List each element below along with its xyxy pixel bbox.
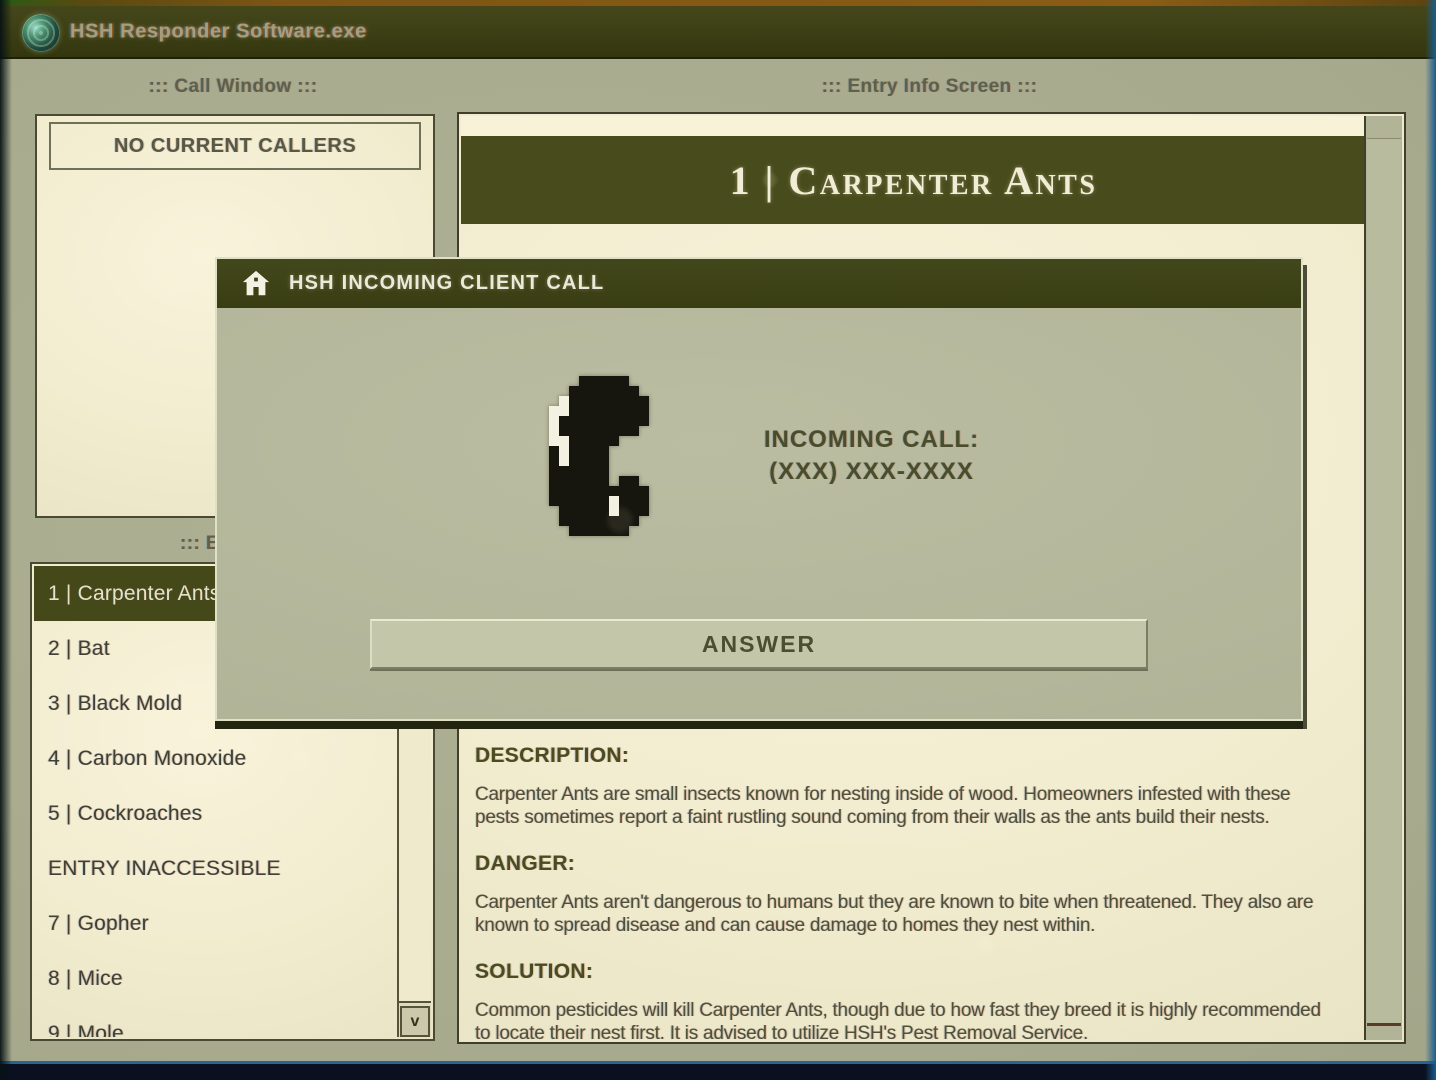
call-window-label: ::: Call Window ::: <box>35 76 431 98</box>
description-body: Carpenter Ants are small insects known f… <box>475 783 1333 829</box>
crt-screen: HSH Responder Software.exe ::: Call Wind… <box>0 0 1436 1080</box>
globe-icon <box>22 14 60 52</box>
entry-title-bar: 1 | Carpenter Ants <box>461 136 1366 224</box>
entry-title: 1 | Carpenter Ants <box>730 157 1098 204</box>
scroll-down-button[interactable]: v <box>400 1006 430 1037</box>
window-titlebar: HSH Responder Software.exe <box>0 6 1436 59</box>
crt-edge-left <box>0 0 12 1080</box>
entry-list-label: ::: E <box>180 533 219 555</box>
description-section: DESCRIPTION: Carpenter Ants are small in… <box>475 744 1333 829</box>
entry-info-label: ::: Entry Info Screen ::: <box>457 76 1402 98</box>
entry-list-item-mole[interactable]: 9 | Mole <box>34 1006 395 1037</box>
incoming-call-body: INCOMING CALL: (XXX) XXX-XXXX ANSWER <box>217 308 1301 719</box>
description-heading: DESCRIPTION: <box>475 744 1333 768</box>
answer-button[interactable]: ANSWER <box>370 619 1148 669</box>
entry-list-item-carbon-monoxide[interactable]: 4 | Carbon Monoxide <box>34 731 395 786</box>
incoming-call-titlebar: HSH INCOMING CLIENT CALL <box>217 259 1301 308</box>
danger-section: DANGER: Carpenter Ants aren't dangerous … <box>475 852 1333 937</box>
entry-list-item-cockroaches[interactable]: 5 | Cockroaches <box>34 786 395 841</box>
entry-list-item-inaccessible[interactable]: ENTRY INACCESSIBLE <box>34 841 395 896</box>
entry-info-top-strip <box>461 116 1366 136</box>
entry-list-item-mice[interactable]: 8 | Mice <box>34 951 395 1006</box>
incoming-call-title: HSH INCOMING CLIENT CALL <box>289 272 604 295</box>
window-title: HSH Responder Software.exe <box>70 20 367 43</box>
solution-section: SOLUTION: Common pesticides will kill Ca… <box>475 960 1333 1044</box>
danger-heading: DANGER: <box>475 852 1333 876</box>
entry-info-content: DESCRIPTION: Carpenter Ants are small in… <box>475 744 1333 1044</box>
incoming-call-dialog: HSH INCOMING CLIENT CALL INCOMING CALL: … <box>215 257 1303 721</box>
incoming-call-line1: INCOMING CALL: <box>764 426 979 454</box>
entry-info-scrollbar[interactable] <box>1364 116 1402 1040</box>
no-current-callers-box: NO CURRENT CALLERS <box>49 122 421 170</box>
crt-edge-bottom <box>0 1061 1436 1080</box>
entry-info-scrollbar-thumb[interactable] <box>1367 138 1401 1026</box>
crt-edge-right <box>1425 0 1436 1080</box>
incoming-call-number: (XXX) XXX-XXXX <box>764 458 979 486</box>
solution-heading: SOLUTION: <box>475 960 1333 984</box>
solution-body: Common pesticides will kill Carpenter An… <box>475 999 1333 1044</box>
entry-list-item-gopher[interactable]: 7 | Gopher <box>34 896 395 951</box>
danger-body: Carpenter Ants aren't dangerous to human… <box>475 891 1333 937</box>
incoming-call-row: INCOMING CALL: (XXX) XXX-XXXX <box>217 372 1301 540</box>
incoming-call-text: INCOMING CALL: (XXX) XXX-XXXX <box>764 426 979 486</box>
hsh-house-icon <box>241 269 271 299</box>
phone-handset-icon <box>539 376 659 536</box>
